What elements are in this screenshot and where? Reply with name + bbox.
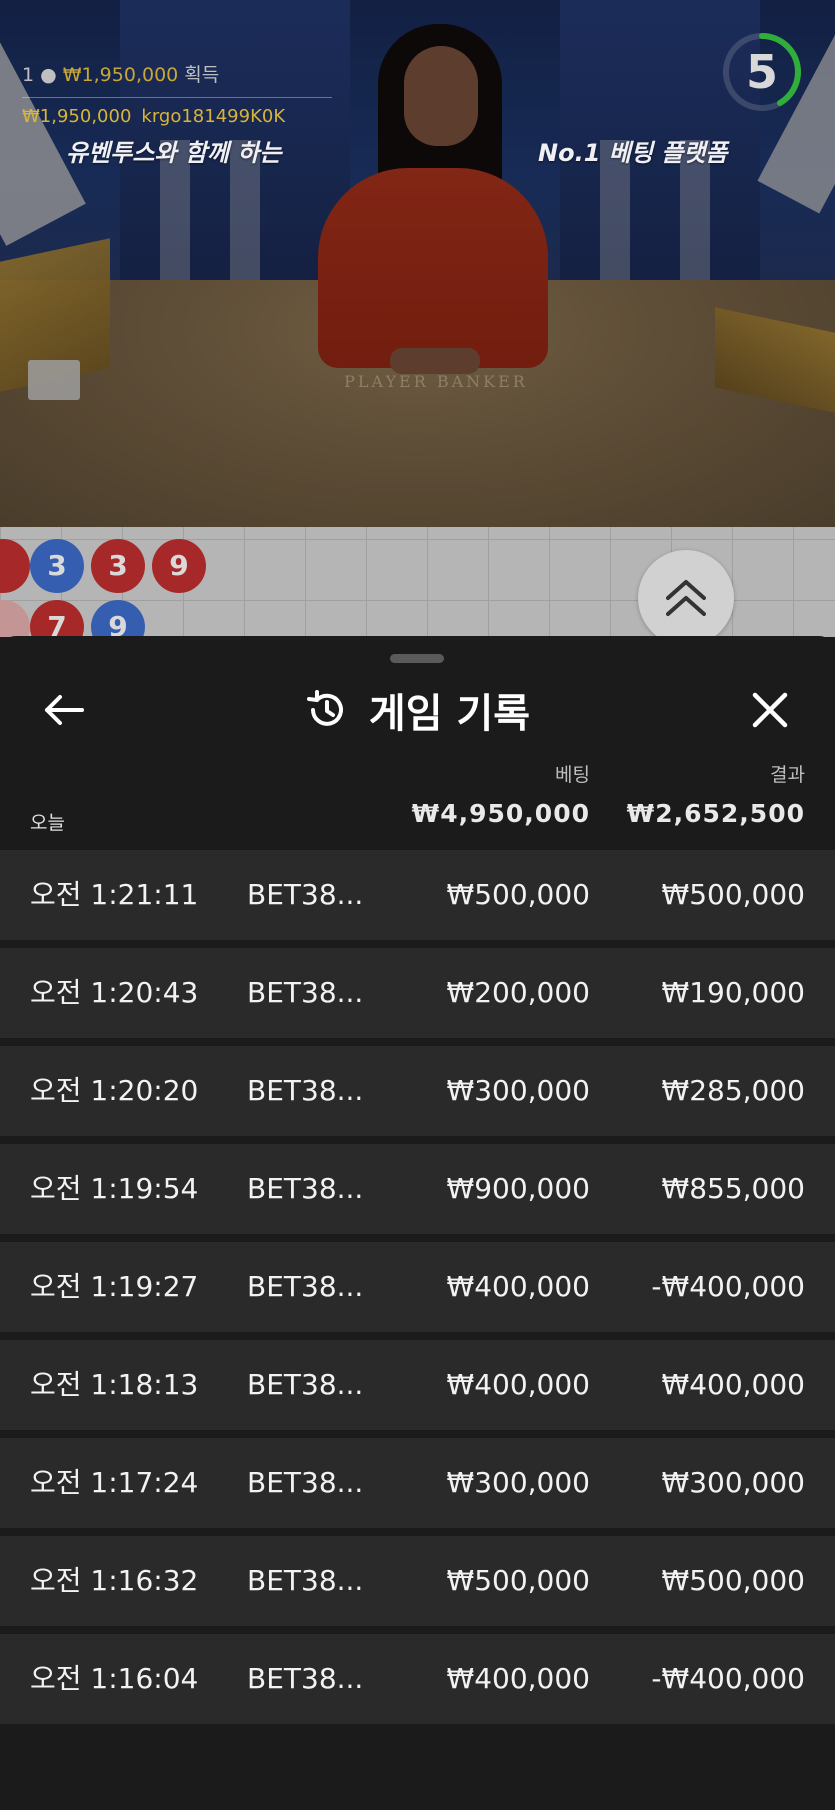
row-result-amount: ₩400,000: [661, 1368, 805, 1401]
row-bet-id: BET38...: [247, 1368, 364, 1401]
column-header-result: 결과: [770, 764, 805, 786]
row-time: 오전 1:20:43: [30, 976, 199, 1009]
row-time: 오전 1:16:32: [30, 1564, 199, 1597]
row-bet-amount: ₩400,000: [446, 1662, 590, 1695]
row-bet-id: BET38...: [247, 1564, 364, 1597]
divider: [22, 97, 332, 98]
history-row[interactable]: 오전 1:19:54 BET38... ₩900,000 ₩855,000: [0, 1144, 835, 1234]
row-result-amount: ₩285,000: [661, 1074, 805, 1107]
row-result-amount: ₩855,000: [661, 1172, 805, 1205]
total-bet: ₩4,950,000: [411, 799, 590, 828]
row-time: 오전 1:20:20: [30, 1074, 199, 1107]
banner-text-right: No.1 베팅 플랫폼: [538, 139, 728, 167]
balance-line: ₩1,950,000 krgo181499K0K: [22, 106, 332, 127]
countdown-number: 5: [745, 45, 778, 99]
row-time: 오전 1:19:27: [30, 1270, 199, 1303]
history-row[interactable]: 오전 1:21:11 BET38... ₩500,000 ₩500,000: [0, 850, 835, 940]
game-history-sheet: 게임 기록 베팅 결과 오늘 ₩4,950,000 ₩2,652,500 오전 …: [0, 636, 835, 1810]
period-label: 오늘: [30, 812, 65, 834]
row-bet-id: BET38...: [247, 1662, 364, 1695]
row-time: 오전 1:16:04: [30, 1662, 199, 1695]
history-row[interactable]: 오전 1:20:43 BET38... ₩200,000 ₩190,000: [0, 948, 835, 1038]
row-time: 오전 1:19:54: [30, 1172, 199, 1205]
winner-count: 1: [22, 64, 35, 86]
row-bet-id: BET38...: [247, 1172, 364, 1205]
row-bet-id: BET38...: [247, 1074, 364, 1107]
column-header-bet: 베팅: [555, 764, 590, 786]
row-time: 오전 1:18:13: [30, 1368, 199, 1401]
history-row[interactable]: 오전 1:16:04 BET38... ₩400,000 -₩400,000: [0, 1634, 835, 1724]
history-icon: [306, 690, 343, 726]
player-info-overlay: 1 ● ₩1,950,000 획득 ₩1,950,000 krgo181499K0…: [22, 60, 332, 127]
history-row[interactable]: 오전 1:20:20 BET38... ₩300,000 ₩285,000: [0, 1046, 835, 1136]
close-button[interactable]: [742, 682, 798, 738]
history-row[interactable]: 오전 1:19:27 BET38... ₩400,000 -₩400,000: [0, 1242, 835, 1332]
row-bet-amount: ₩900,000: [446, 1172, 590, 1205]
row-bet-id: BET38...: [247, 878, 364, 911]
user-icon: ●: [34, 64, 63, 86]
row-bet-amount: ₩400,000: [446, 1368, 590, 1401]
row-bet-id: BET38...: [247, 1466, 364, 1499]
username: krgo181499K0K: [141, 106, 286, 127]
row-bet-id: BET38...: [247, 1270, 364, 1303]
winner-amount: ₩1,950,000: [62, 64, 179, 86]
sheet-title: 게임 기록: [368, 691, 531, 737]
row-time: 오전 1:21:11: [30, 878, 199, 911]
row-result-amount: -₩400,000: [651, 1662, 805, 1695]
history-row[interactable]: 오전 1:18:13 BET38... ₩400,000 ₩400,000: [0, 1340, 835, 1430]
close-icon: [752, 692, 788, 728]
row-result-amount: ₩500,000: [661, 878, 805, 911]
chevron-double-up-icon: [666, 580, 706, 616]
row-bet-amount: ₩300,000: [446, 1466, 590, 1499]
banner-text-left: 유벤투스와 함께 하는: [66, 139, 282, 167]
sheet-header: 게임 기록: [0, 678, 835, 742]
row-bet-amount: ₩300,000: [446, 1074, 590, 1107]
balance-amount: ₩1,950,000: [22, 106, 132, 127]
history-row[interactable]: 오전 1:17:24 BET38... ₩300,000 ₩300,000: [0, 1438, 835, 1528]
row-bet-amount: ₩400,000: [446, 1270, 590, 1303]
expand-roadmap-button[interactable]: [638, 550, 734, 646]
row-bet-id: BET38...: [247, 976, 364, 1009]
row-result-amount: ₩190,000: [661, 976, 805, 1009]
winner-line: 1 ● ₩1,950,000 획득: [22, 60, 332, 87]
row-result-amount: -₩400,000: [651, 1270, 805, 1303]
total-result: ₩2,652,500: [626, 799, 805, 828]
sheet-drag-handle[interactable]: [390, 654, 444, 663]
history-row[interactable]: 오전 1:16:32 BET38... ₩500,000 ₩500,000: [0, 1536, 835, 1626]
row-bet-amount: ₩500,000: [446, 878, 590, 911]
row-result-amount: ₩300,000: [661, 1466, 805, 1499]
row-result-amount: ₩500,000: [661, 1564, 805, 1597]
winner-suffix: 획득: [184, 64, 220, 86]
history-list: 오전 1:21:11 BET38... ₩500,000 ₩500,000 오전…: [0, 850, 835, 1732]
row-time: 오전 1:17:24: [30, 1466, 199, 1499]
row-bet-amount: ₩500,000: [446, 1564, 590, 1597]
row-bet-amount: ₩200,000: [446, 976, 590, 1009]
